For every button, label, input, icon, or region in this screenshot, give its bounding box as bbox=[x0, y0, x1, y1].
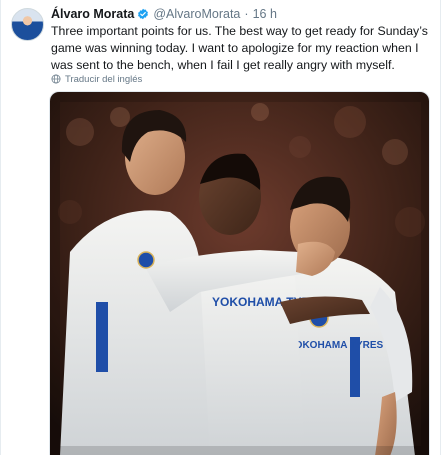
translate-link[interactable]: Traducir del inglés bbox=[51, 72, 142, 86]
tweet-photo[interactable]: YOKOHAMA TYRES YOKOHAMA TYRES bbox=[49, 91, 430, 455]
tweet-card[interactable]: Álvaro Morata @AlvaroMorata · 16 h Three… bbox=[0, 0, 441, 455]
tweet-text: Three important points for us. The best … bbox=[51, 24, 428, 72]
author-name[interactable]: Álvaro Morata bbox=[51, 7, 134, 21]
tweet-header: Álvaro Morata @AlvaroMorata · 16 h bbox=[51, 6, 277, 22]
kit-sponsor-right: YOKOHAMA TYRES bbox=[288, 340, 384, 351]
author-handle[interactable]: @AlvaroMorata bbox=[153, 7, 240, 21]
football-celebration-image: YOKOHAMA TYRES YOKOHAMA TYRES bbox=[50, 92, 429, 455]
avatar[interactable] bbox=[11, 8, 44, 41]
separator-dot: · bbox=[244, 7, 249, 21]
globe-icon bbox=[51, 74, 61, 84]
translate-label[interactable]: Traducir del inglés bbox=[65, 74, 142, 85]
tweet-timestamp[interactable]: 16 h bbox=[253, 7, 277, 21]
verified-badge-icon bbox=[138, 8, 149, 20]
